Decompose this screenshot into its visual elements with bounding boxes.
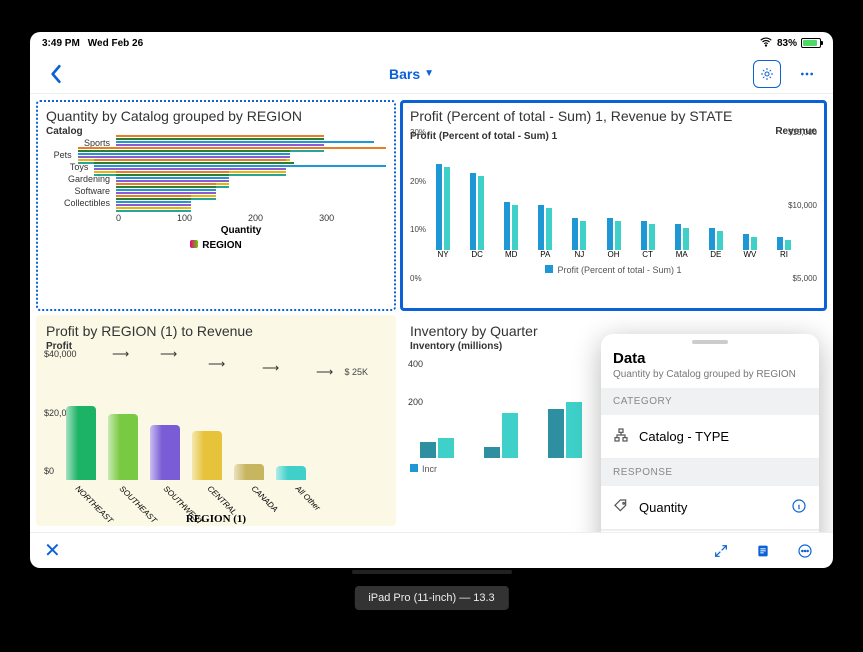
battery-percent: 83%	[777, 38, 797, 49]
hierarchy-icon	[613, 427, 629, 446]
bar	[276, 466, 306, 480]
ipad-frame: 3:49 PM Wed Feb 26 83% Bars ▼	[0, 0, 863, 620]
status-date: Wed Feb 26	[88, 38, 143, 49]
bar	[108, 414, 138, 480]
chart-xlabel: REGION (1)	[46, 513, 386, 525]
info-icon[interactable]	[791, 498, 807, 517]
expand-button[interactable]	[707, 537, 735, 565]
chart-xlabel: Quantity	[96, 225, 386, 236]
panel-profit-by-region[interactable]: Profit by REGION (1) to Revenue Profit $…	[36, 315, 396, 526]
wifi-icon	[759, 35, 773, 52]
popover-toolbar	[601, 530, 819, 532]
chart-title: Quantity by Catalog grouped by REGION	[46, 108, 386, 124]
chart-title: Profit (Percent of total - Sum) 1, Reven…	[410, 108, 817, 124]
status-bar: 3:49 PM Wed Feb 26 83%	[30, 32, 833, 54]
bottom-toolbar: ✕	[30, 532, 833, 568]
inv-group	[548, 402, 582, 458]
bar	[234, 464, 264, 481]
screen: 3:49 PM Wed Feb 26 83% Bars ▼	[30, 32, 833, 568]
device-label: iPad Pro (11-inch) — 13.3	[354, 586, 508, 610]
vbar-group	[562, 218, 596, 250]
chart-legend: Profit (Percent of total - Sum) 1	[410, 265, 817, 275]
popover-category-header: CATEGORY	[601, 388, 819, 415]
vbar-group	[733, 234, 767, 250]
chart-title: Profit by REGION (1) to Revenue	[46, 323, 386, 339]
close-button[interactable]: ✕	[44, 538, 61, 563]
drag-handle-icon[interactable]	[692, 340, 728, 344]
chart-sub-left: Profit (Percent of total - Sum) 1	[410, 131, 557, 142]
popover-response-item[interactable]: Quantity	[601, 486, 819, 530]
panel-profit-revenue-by-state[interactable]: Profit (Percent of total - Sum) 1, Reven…	[400, 100, 827, 311]
bar	[66, 406, 96, 480]
popover-subtitle: Quantity by Catalog grouped by REGION	[601, 369, 819, 388]
legend-swatch-icon	[190, 240, 198, 248]
vbar-group	[631, 221, 665, 250]
options-button[interactable]	[791, 537, 819, 565]
popover-title: Data	[601, 348, 819, 369]
data-popover[interactable]: Data Quantity by Catalog grouped by REGI…	[601, 334, 819, 532]
more-button[interactable]	[793, 60, 821, 88]
style-button[interactable]	[753, 60, 781, 88]
page-title-dropdown[interactable]: Bars ▼	[389, 66, 434, 82]
hbar-row: Collectibles	[46, 197, 386, 209]
page-title: Bars	[389, 66, 420, 82]
vbar-group	[460, 173, 494, 250]
battery-icon	[801, 38, 821, 48]
vbar-group	[596, 218, 630, 250]
vbar-group	[699, 228, 733, 250]
back-button[interactable]	[42, 60, 70, 88]
home-indicator[interactable]	[352, 570, 512, 574]
popover-category-item[interactable]: Catalog - TYPE	[601, 415, 819, 459]
bar	[192, 431, 222, 481]
vbar-group	[528, 205, 562, 250]
notes-button[interactable]	[749, 537, 777, 565]
vbar-group	[426, 164, 460, 250]
vbar-group	[665, 224, 699, 250]
dashboard-content: Quantity by Catalog grouped by REGION Ca…	[30, 94, 833, 532]
vbar-group	[767, 237, 801, 250]
nav-bar: Bars ▼	[30, 54, 833, 94]
bar	[150, 425, 180, 480]
vbar-group	[494, 202, 528, 250]
popover-response-header: RESPONSE	[601, 459, 819, 486]
inv-group	[420, 438, 454, 458]
inv-group	[484, 413, 518, 458]
legend-swatch-icon	[410, 464, 418, 472]
caret-down-icon: ▼	[424, 68, 434, 79]
tag-icon	[613, 498, 629, 517]
panel-quantity-by-catalog[interactable]: Quantity by Catalog grouped by REGION Ca…	[36, 100, 396, 311]
legend-swatch-icon	[545, 265, 553, 273]
chart-legend: REGION	[46, 240, 386, 251]
status-time: 3:49 PM	[42, 38, 80, 49]
